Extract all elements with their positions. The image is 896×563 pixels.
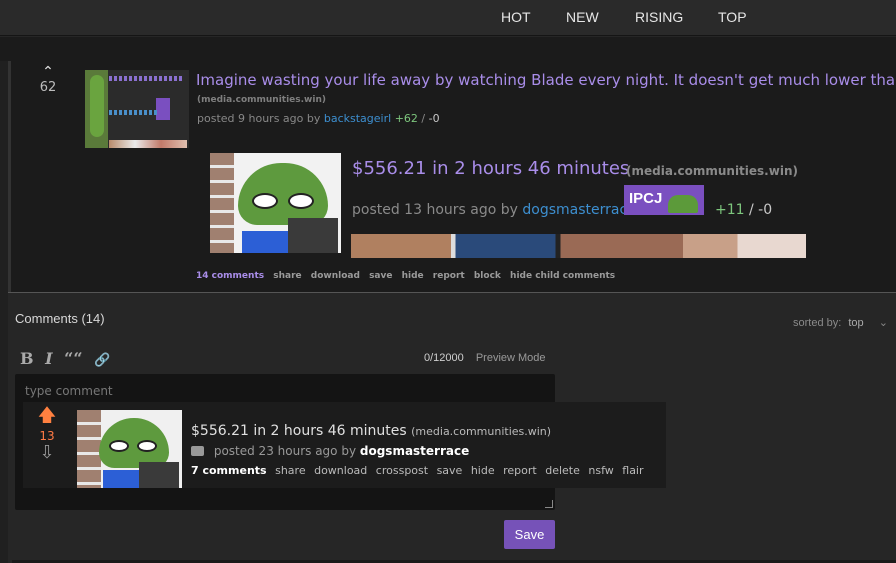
comments-heading: Comments (14) — [15, 311, 105, 326]
crosspost-link[interactable]: crosspost — [376, 464, 428, 477]
preview-thumbnail[interactable] — [77, 410, 182, 488]
downvote-arrow-icon[interactable]: ⇩ — [37, 444, 57, 462]
pepe-eye — [252, 193, 278, 209]
preview-title-text[interactable]: $556.21 in 2 hours 46 minutes — [191, 423, 407, 439]
pepe-eye — [109, 440, 129, 452]
embed-author[interactable]: dogsmasterrace — [522, 202, 635, 218]
divider — [8, 292, 896, 293]
post-thumbnail[interactable] — [85, 70, 189, 148]
posted-text: posted 23 hours ago by — [213, 444, 357, 458]
preview-domain[interactable]: (media.communities.win) — [411, 425, 551, 438]
nav-spacer — [0, 37, 896, 61]
report-link[interactable]: report — [503, 464, 537, 477]
vote-separator: / — [749, 202, 754, 218]
collage-strip — [210, 153, 234, 253]
hide-child-comments-link[interactable]: hide child comments — [510, 271, 615, 281]
embed-title[interactable]: $556.21 in 2 hours 46 minutes — [352, 158, 629, 179]
collage-strip — [77, 410, 101, 488]
sort-selector[interactable]: sorted by: top ⌄ — [793, 316, 888, 329]
comments-link[interactable]: 7 comments — [191, 464, 267, 477]
post-actions: 14 comments share download save hide rep… — [196, 271, 621, 281]
top-nav: HOT NEW RISING TOP — [0, 0, 896, 36]
thumb-text-line — [109, 110, 159, 115]
post-score: 62 — [39, 80, 57, 95]
save-link[interactable]: save — [369, 271, 392, 281]
embed-thumbnail[interactable] — [210, 153, 341, 253]
share-link[interactable]: share — [273, 271, 301, 281]
left-rail — [0, 61, 8, 563]
pepe-eye — [137, 440, 157, 452]
embed-meta: posted 13 hours ago by dogsmasterrace — [352, 202, 636, 218]
thumb-photo-strip — [109, 140, 187, 148]
flair-text: IPCJ — [629, 190, 663, 207]
embed-domain[interactable]: (media.communities.win) — [626, 164, 798, 178]
report-link[interactable]: report — [433, 271, 465, 281]
embed-photo-strip — [351, 234, 806, 258]
posted-text: posted 9 hours ago by — [197, 112, 321, 125]
embed-score: +11 / -0 — [715, 202, 772, 218]
save-link[interactable]: save — [437, 464, 463, 477]
pepe-screen — [288, 218, 338, 253]
char-counter: 0/12000 Preview Mode — [424, 352, 546, 364]
preview-title[interactable]: $556.21 in 2 hours 46 minutes (media.com… — [191, 423, 551, 439]
preview-actions: 7 comments share download crosspost save… — [191, 464, 649, 477]
downvote-count: -0 — [758, 202, 773, 218]
upvote-arrow-icon[interactable]: 🡅 — [37, 407, 57, 425]
vote-separator: / — [421, 112, 426, 125]
post-domain[interactable]: (media.communities.win) — [197, 95, 326, 105]
preview-score: 13 — [39, 429, 55, 443]
preview-author[interactable]: dogsmasterrace — [360, 444, 469, 458]
upvote-count: +62 — [394, 112, 418, 125]
resize-handle[interactable] — [545, 500, 553, 508]
editor-toolbar: B I ““ 🔗 — [20, 349, 116, 368]
thumb-text-line — [109, 76, 183, 81]
sorted-value[interactable]: top — [848, 317, 863, 329]
share-link[interactable]: share — [275, 464, 306, 477]
tab-top[interactable]: TOP — [718, 9, 747, 25]
quote-icon[interactable]: ““ — [64, 349, 82, 368]
block-link[interactable]: block — [474, 271, 501, 281]
download-link[interactable]: download — [311, 271, 360, 281]
upvote-count: +11 — [715, 202, 745, 218]
delete-link[interactable]: delete — [545, 464, 580, 477]
user-flair-badge: IPCJ — [624, 185, 704, 215]
camera-icon — [191, 446, 204, 456]
post-vote: ⌃ 62 — [38, 65, 58, 95]
char-count: 0/12000 — [424, 352, 464, 364]
preview-mode-toggle[interactable]: Preview Mode — [476, 352, 546, 364]
tab-new[interactable]: NEW — [566, 9, 599, 25]
flair-link[interactable]: flair — [622, 464, 643, 477]
tab-rising[interactable]: RISING — [635, 9, 683, 25]
link-preview-card: 🡅 13 ⇩ $556.21 in 2 hours 46 minutes (me… — [23, 402, 666, 488]
nsfw-link[interactable]: nsfw — [588, 464, 613, 477]
hide-link[interactable]: hide — [402, 271, 424, 281]
sorted-label: sorted by: — [793, 317, 842, 329]
tab-hot[interactable]: HOT — [501, 9, 531, 25]
pepe-image — [238, 163, 328, 225]
downvote-count: -0 — [428, 112, 440, 125]
save-button[interactable]: Save — [504, 520, 555, 549]
bold-icon[interactable]: B — [20, 349, 34, 368]
download-link[interactable]: download — [314, 464, 367, 477]
post-meta: posted 9 hours ago by backstageirl +62 /… — [197, 112, 440, 125]
upvote-icon[interactable]: ⌃ — [38, 65, 58, 79]
pepe-screen — [139, 462, 179, 488]
italic-icon[interactable]: I — [45, 349, 52, 368]
link-icon[interactable]: 🔗 — [94, 353, 110, 368]
preview-meta: posted 23 hours ago by dogsmasterrace — [191, 444, 469, 458]
hide-link[interactable]: hide — [471, 464, 495, 477]
preview-vote: 🡅 13 ⇩ — [37, 407, 57, 462]
comment-placeholder: type comment — [25, 384, 113, 398]
posted-text: posted 13 hours ago by — [352, 202, 518, 218]
comments-link[interactable]: 14 comments — [196, 271, 264, 281]
post-author[interactable]: backstageirl — [324, 112, 391, 125]
frog-image — [90, 75, 104, 137]
chevron-down-icon[interactable]: ⌄ — [879, 317, 888, 329]
post-title[interactable]: Imagine wasting your life away by watchi… — [196, 71, 896, 89]
thumb-flair-badge — [156, 98, 170, 120]
pepe-eye — [288, 193, 314, 209]
hulk-icon — [668, 195, 698, 213]
